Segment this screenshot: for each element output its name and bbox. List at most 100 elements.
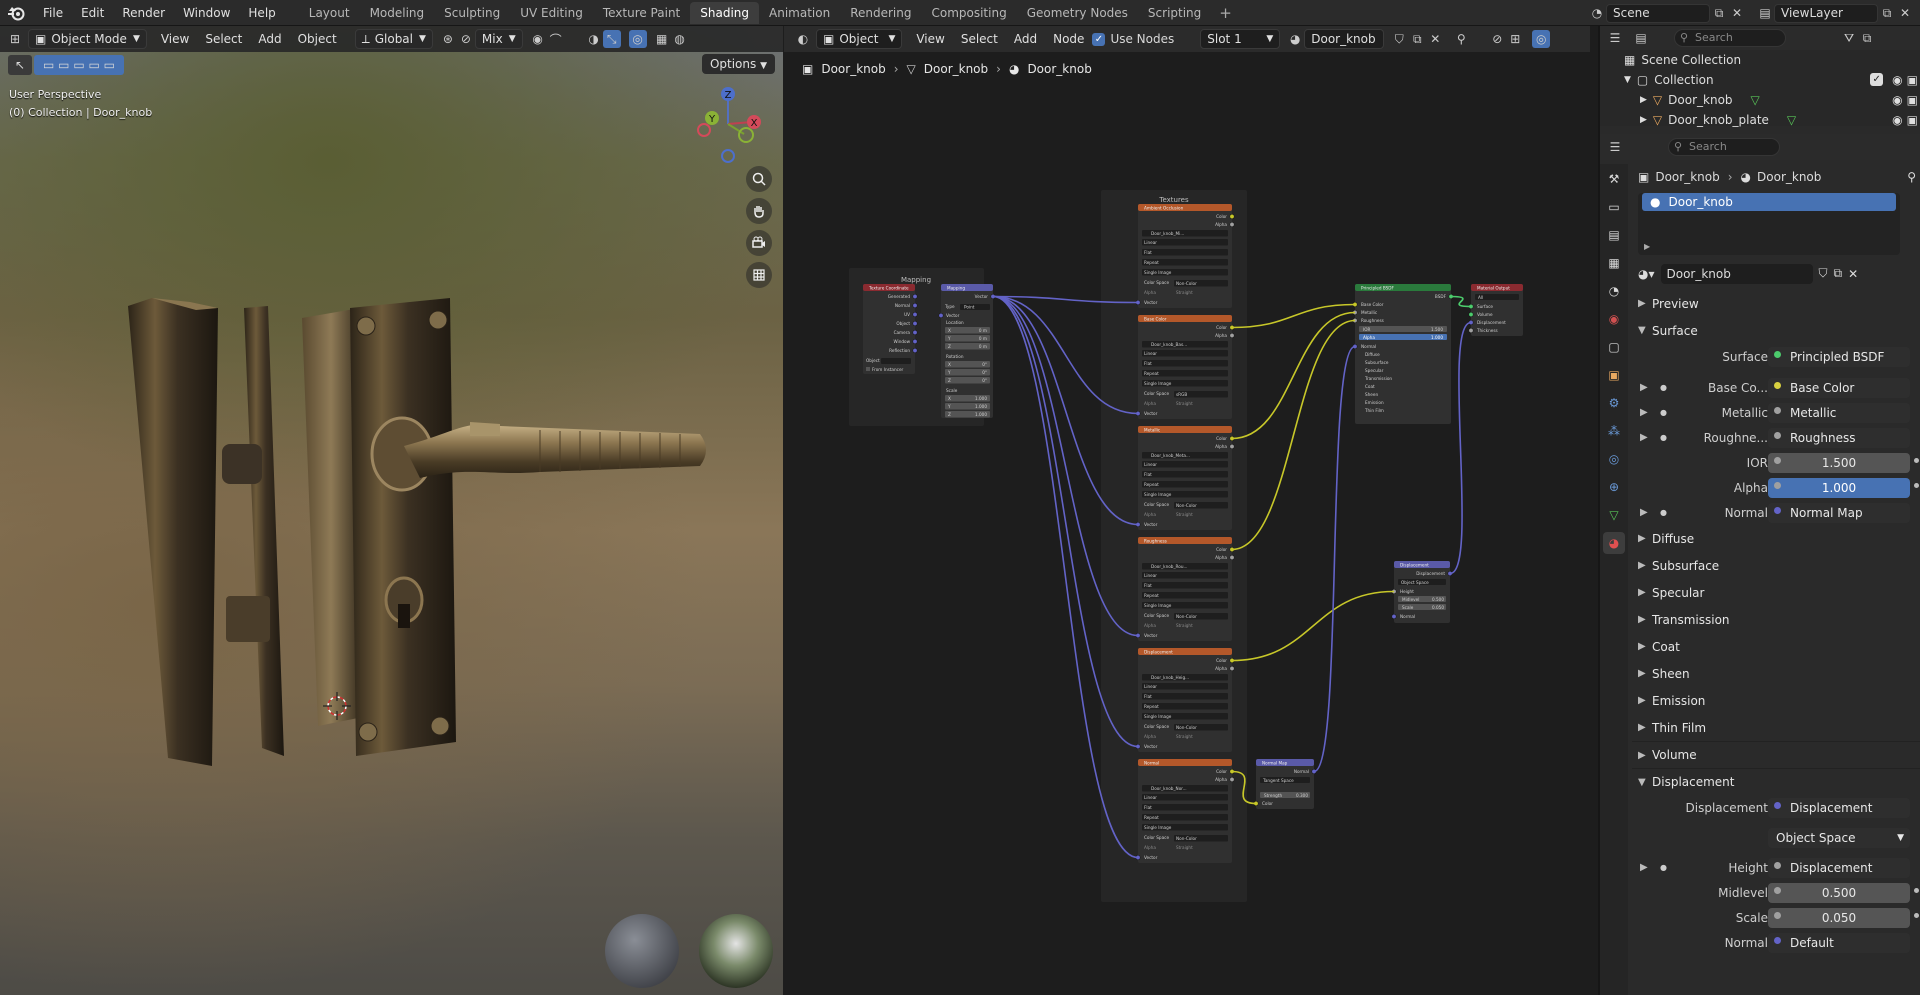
- disp-normal-field[interactable]: Default: [1768, 932, 1910, 953]
- 3d-viewport[interactable]: ⊞ ▣ Object Mode ▼ View Select Add Object…: [0, 26, 783, 995]
- node-input-socket[interactable]: [1468, 328, 1474, 333]
- pan-hand-icon[interactable]: [746, 198, 772, 224]
- menu-window[interactable]: Window: [174, 0, 239, 26]
- scale-field[interactable]: 0.050: [1768, 907, 1910, 928]
- subpanel-thin-film[interactable]: ▶ Thin Film: [1632, 714, 1920, 741]
- physics-tab-icon[interactable]: ◎: [1603, 448, 1625, 470]
- modifier-tab-icon[interactable]: ⚙: [1603, 392, 1625, 414]
- space-dropdown[interactable]: Object Space ▼: [1768, 827, 1910, 848]
- scene-icon[interactable]: ◔: [1588, 4, 1606, 22]
- keyframe-icon[interactable]: [1914, 458, 1919, 463]
- viewport-menu-add[interactable]: Add: [250, 32, 289, 46]
- ior-field[interactable]: 1.500: [1768, 452, 1910, 473]
- filter-icon[interactable]: ⛛: [1840, 29, 1858, 47]
- alpha-field[interactable]: 1.000: [1768, 477, 1910, 498]
- subpanel-subsurface[interactable]: ▶ Subsurface: [1632, 552, 1920, 579]
- view-layer-icon[interactable]: ▤: [1756, 4, 1774, 22]
- properties-editor[interactable]: ☰ ⚲ Search ⚒ ▭ ▤ ▦ ◔ ◉ ▢ ▣ ⚙ ⁂ ◎ ⊕ ▽ ◕ ▣…: [1600, 134, 1920, 995]
- options-button[interactable]: Options ▼: [701, 54, 775, 74]
- node-output-socket[interactable]: [912, 348, 918, 353]
- output-tab-icon[interactable]: ▤: [1603, 224, 1625, 246]
- material-name-field[interactable]: Door_knob: [1660, 263, 1813, 284]
- material-slot-item[interactable]: ● Door_knob: [1642, 193, 1896, 211]
- scene-collection-row[interactable]: ▦ Scene Collection: [1600, 50, 1920, 70]
- new-scene-icon[interactable]: ⧉: [1710, 4, 1728, 22]
- node-output-socket[interactable]: [1229, 777, 1235, 782]
- subpanel-sheen[interactable]: ▶ Sheen: [1632, 660, 1920, 687]
- camera-icon[interactable]: ▣: [1907, 73, 1918, 87]
- section-surface[interactable]: ▼ Surface: [1632, 317, 1920, 344]
- visibility-icon[interactable]: ◑: [585, 30, 603, 48]
- overlay-icon[interactable]: ◎: [628, 30, 647, 48]
- tab-texture-paint[interactable]: Texture Paint: [593, 2, 690, 24]
- outliner[interactable]: ☰ ▤ ⚲ Search ⛛ ⧉ ▦ Scene Collection ▼ ▢ …: [1600, 26, 1920, 127]
- outliner-object-row[interactable]: ▶ ▽ Door_knob_plate ▽ ◉ ▣: [1600, 110, 1920, 130]
- tab-animation[interactable]: Animation: [759, 2, 840, 24]
- outliner-object-row[interactable]: ▶ ▽ Door_knob ▽ ◉ ▣: [1600, 90, 1920, 110]
- select-box-icon[interactable]: ▭ ▭ ▭ ▭ ▭: [34, 55, 124, 75]
- new-view-layer-icon[interactable]: ⧉: [1878, 4, 1896, 22]
- menu-help[interactable]: Help: [239, 0, 284, 26]
- eye-icon[interactable]: ◉: [1892, 93, 1902, 107]
- shading-wire-icon[interactable]: ◍: [671, 30, 689, 48]
- camera-view-icon[interactable]: [746, 230, 772, 256]
- particles-tab-icon[interactable]: ⁂: [1603, 420, 1625, 442]
- gizmo-y-neg[interactable]: [738, 127, 754, 143]
- pin-icon[interactable]: ⚲: [1907, 170, 1916, 184]
- node-dropdown[interactable]: [1142, 471, 1228, 478]
- add-workspace-icon[interactable]: +: [1211, 4, 1240, 22]
- roughness-field[interactable]: Roughness: [1768, 427, 1910, 448]
- node-output-socket[interactable]: [1229, 333, 1235, 338]
- node-output-socket[interactable]: [912, 321, 918, 326]
- tab-sculpting[interactable]: Sculpting: [434, 2, 510, 24]
- displacement-field[interactable]: Displacement: [1768, 797, 1910, 818]
- node-output-socket[interactable]: [1229, 222, 1235, 227]
- fake-user-icon[interactable]: ⛉: [1819, 266, 1828, 281]
- data-tab-icon[interactable]: ▽: [1603, 504, 1625, 526]
- expand-icon[interactable]: ▶: [1644, 242, 1650, 251]
- collection-row[interactable]: ▼ ▢ Collection ✓ ◉ ▣: [1600, 70, 1920, 90]
- display-mode-icon[interactable]: ▤: [1632, 29, 1650, 47]
- editor-type-icon[interactable]: ⊞: [6, 30, 24, 48]
- normal-field[interactable]: Normal Map: [1768, 502, 1910, 523]
- tab-modeling[interactable]: Modeling: [360, 2, 435, 24]
- render-tab-icon[interactable]: ▭: [1603, 196, 1625, 218]
- exclude-checkbox[interactable]: ✓: [1870, 73, 1884, 86]
- tab-uv-editing[interactable]: UV Editing: [510, 2, 593, 24]
- delete-view-layer-icon[interactable]: ✕: [1896, 4, 1914, 22]
- duplicate-icon[interactable]: ⧉: [1834, 266, 1843, 281]
- node-dropdown[interactable]: [1142, 360, 1228, 367]
- delete-scene-icon[interactable]: ✕: [1728, 4, 1746, 22]
- node-output-socket[interactable]: [912, 312, 918, 317]
- world-tab-icon[interactable]: ◉: [1603, 308, 1625, 330]
- node-output-socket[interactable]: [1229, 444, 1235, 449]
- viewport-menu-object[interactable]: Object: [290, 32, 345, 46]
- material-browse-icon[interactable]: ◕▾: [1638, 267, 1655, 281]
- chevron-right-icon[interactable]: ▶: [1640, 382, 1648, 393]
- blend-dropdown[interactable]: Mix ▼: [474, 29, 523, 49]
- tab-shading[interactable]: Shading: [690, 1, 759, 24]
- keyframe-icon[interactable]: [1914, 483, 1919, 488]
- eye-icon[interactable]: ◉: [1892, 73, 1902, 87]
- height-field[interactable]: Displacement: [1768, 857, 1910, 878]
- proportional-edit-icon[interactable]: ◉: [529, 30, 547, 48]
- gizmo-x-neg[interactable]: [697, 123, 711, 137]
- surface-shader-field[interactable]: Principled BSDF: [1768, 346, 1910, 367]
- subpanel-transmission[interactable]: ▶ Transmission: [1632, 606, 1920, 633]
- keyframe-icon[interactable]: [1914, 913, 1919, 918]
- new-collection-icon[interactable]: ⧉: [1858, 29, 1876, 47]
- node-checkbox[interactable]: [866, 367, 870, 371]
- node-output-socket[interactable]: [912, 303, 918, 308]
- node-output-socket[interactable]: [912, 339, 918, 344]
- node-input-socket[interactable]: [938, 313, 944, 318]
- editor-type-icon[interactable]: ☰: [1606, 138, 1624, 156]
- unlink-icon[interactable]: ✕: [1848, 267, 1858, 281]
- scene-tab-icon[interactable]: ◔: [1603, 280, 1625, 302]
- mode-dropdown[interactable]: ▣ Object Mode ▼: [28, 29, 147, 49]
- properties-search[interactable]: ⚲ Search: [1668, 138, 1780, 156]
- camera-icon[interactable]: ▣: [1907, 93, 1918, 107]
- tab-geometry-nodes[interactable]: Geometry Nodes: [1017, 2, 1138, 24]
- metallic-field[interactable]: Metallic: [1768, 402, 1910, 423]
- node-dropdown[interactable]: [1142, 249, 1228, 256]
- section-preview[interactable]: ▶ Preview: [1632, 290, 1920, 317]
